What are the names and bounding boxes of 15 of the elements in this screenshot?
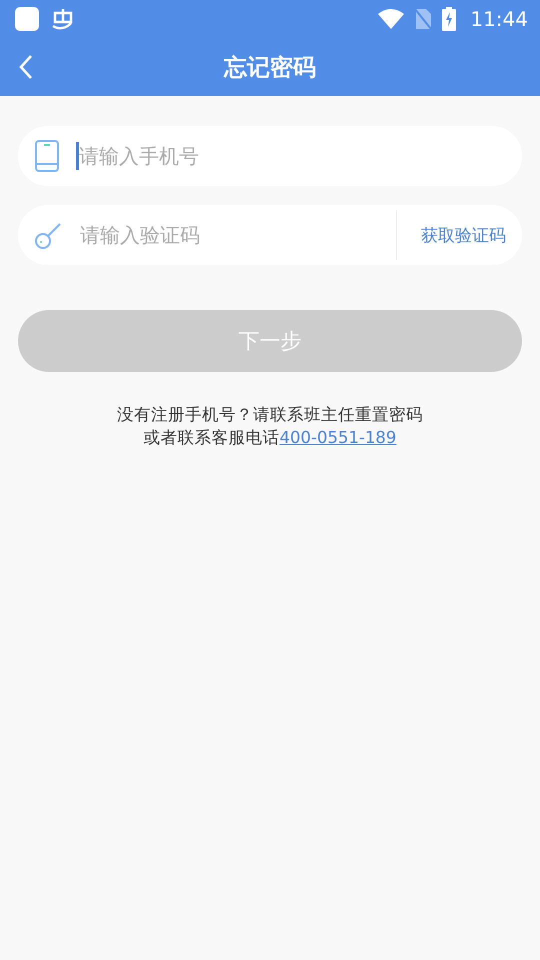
phone-link[interactable]: 400-0551-189: [280, 428, 396, 447]
status-time: 11:44: [470, 7, 528, 31]
battery-charging-icon: [442, 7, 456, 31]
phone-input-field[interactable]: 请输入手机号: [79, 136, 506, 176]
code-input-field[interactable]: 请输入验证码: [80, 215, 380, 255]
no-sim-icon: [414, 8, 432, 30]
phone-icon: [34, 140, 60, 172]
phone-field[interactable]: 请输入手机号: [18, 126, 522, 186]
app-square-icon: [14, 6, 40, 32]
code-field[interactable]: 请输入验证码 获取验证码: [18, 205, 522, 265]
back-icon: [18, 54, 34, 80]
page-title: 忘记密码: [224, 54, 316, 82]
get-code-button[interactable]: 获取验证码: [413, 224, 506, 246]
help-text: 没有注册手机号？请联系班主任重置密码 或者联系客服电话400-0551-189: [116, 404, 424, 449]
wifi-icon: [378, 9, 404, 29]
